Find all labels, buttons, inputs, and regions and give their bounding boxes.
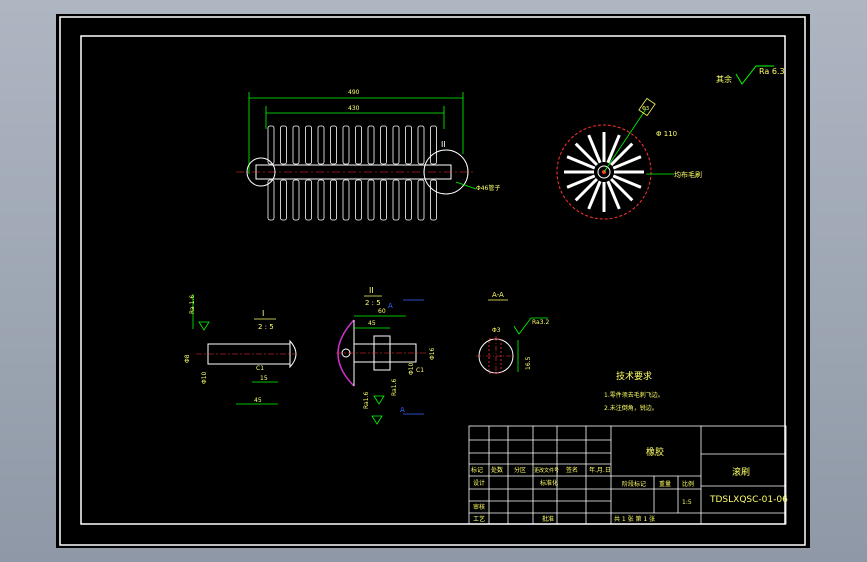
section-aa-angle: Φ3 [492, 327, 501, 334]
tech-item-1: 1.零件须去毛刺飞边。 [604, 391, 664, 399]
bristle-column [267, 179, 275, 221]
bristle-column [355, 125, 362, 165]
tb-drawing-no: TDSLXQSC-01-06 [709, 495, 788, 505]
section-aa-title: A-A [492, 291, 504, 299]
bristle-column [330, 179, 337, 221]
bristle-column [405, 179, 412, 221]
tb-header-1: 标记 [471, 466, 483, 474]
section-marker-top: A [388, 302, 393, 310]
outer-border [59, 16, 806, 546]
bristle-column [280, 125, 287, 165]
bristle-column [267, 125, 275, 165]
detail-i-title: I [262, 309, 264, 318]
detail-ii-mid: 45 [368, 320, 376, 327]
main-detail-ref: II [441, 140, 446, 149]
detail-i-scale: 2 : 5 [258, 323, 274, 331]
tb-ratio-header: 比例 [682, 480, 694, 488]
tb-header-6: 年.月.日 [589, 466, 611, 474]
main-view: 490 430 II Φ46管子 [236, 89, 500, 221]
bristle-column [305, 125, 312, 165]
tb-material: 橡胶 [646, 446, 664, 458]
tech-item-2: 2.未注倒角，锐边。 [604, 404, 658, 412]
bristle-column [280, 179, 287, 221]
bristle-column [417, 125, 425, 165]
bristle-column [367, 125, 375, 165]
detail-i: I 2 : 5 Ra 1.6 Φ8 Φ10 C1 15 45 [184, 294, 297, 405]
main-dim-total: 490 [348, 89, 360, 96]
bristle-column [330, 125, 337, 165]
detail-i-d2: Φ10 [201, 371, 208, 384]
bristle-column [355, 179, 362, 221]
tb-weight-header: 重量 [659, 480, 671, 488]
tb-header-2: 处数 [491, 466, 503, 474]
roughness-value: Ra 6.3 [759, 67, 785, 76]
title-block-text: 标记 处数 分区 更改文件号 签名 年.月.日 设计 标准化 审核 工艺 批准 … [471, 446, 788, 523]
bristle-column [405, 125, 412, 165]
tb-stage-header: 阶段标记 [622, 480, 646, 488]
detail-i-rough: Ra 1.6 [189, 295, 196, 314]
bristle-column [430, 125, 437, 165]
tb-header-3: 分区 [514, 466, 526, 474]
tb-row-craft: 工艺 [473, 515, 485, 523]
bristle-column [380, 179, 387, 221]
bristle-column [305, 179, 312, 221]
bristle-column [367, 179, 375, 221]
detail-ii-rough-b: Ra1.6 [391, 379, 398, 396]
bristle-column [317, 179, 325, 221]
detail-i-c: C1 [256, 365, 264, 372]
end-dim-box: Φ3 [642, 106, 649, 112]
drawing-sheet: 其余 Ra 6.3 490 430 II Φ46管子 Φ3 Φ 110 均布毛刷… [56, 14, 810, 548]
tb-row-design: 设计 [473, 479, 485, 487]
tb-part-name: 滚刷 [732, 466, 750, 478]
detail-i-l1: 15 [260, 375, 268, 382]
general-roughness: 其余 Ra 6.3 [716, 65, 785, 85]
bristle-column [417, 179, 425, 221]
detail-ii-scale: 2 : 5 [365, 299, 381, 307]
inner-border [80, 35, 786, 525]
end-note: 均布毛刷 [674, 170, 702, 179]
tech-title: 技术要求 [616, 370, 652, 382]
detail-ii-rough-a: Ra1.6 [363, 392, 370, 409]
tb-row-standard: 标准化 [540, 479, 558, 487]
detail-ii-title: II [369, 286, 374, 295]
detail-ii-d2: Φ10 [408, 362, 415, 375]
bristle-column [342, 125, 350, 165]
detail-ii: II 2 : 5 60 45 Φ16 Φ10 C1 Ra1.6 Ra1.6 A … [336, 286, 436, 425]
section-marker-bottom: A [400, 406, 405, 414]
bristle-column [292, 125, 300, 165]
detail-ii-d1: Φ16 [429, 347, 436, 360]
tb-header-4: 更改文件号 [534, 467, 559, 474]
detail-ii-c: C1 [416, 367, 424, 374]
section-aa-h: 16.5 [525, 356, 532, 370]
bristle-column [380, 125, 387, 165]
roughness-label: 其余 [716, 74, 732, 84]
bristle-column [317, 125, 325, 165]
bristle-column [430, 179, 437, 221]
main-note: Φ46管子 [476, 184, 500, 192]
section-aa-rough: Ra3.2 [532, 319, 549, 326]
end-view: Φ3 Φ 110 均布毛刷 [556, 97, 702, 220]
bristle-column [342, 179, 350, 221]
tb-header-5: 签名 [566, 466, 578, 474]
bristle-column [392, 125, 400, 165]
detail-i-d1: Φ8 [184, 354, 191, 363]
tb-sheet-info: 共 1 张 第 1 张 [614, 515, 655, 523]
technical-requirements: 技术要求 1.零件须去毛刺飞边。 2.未注倒角，锐边。 [604, 370, 664, 412]
detail-ii-top: 60 [378, 308, 386, 315]
end-dim-dia: Φ 110 [656, 130, 677, 138]
main-dim-inner: 430 [348, 105, 360, 112]
tb-row-review: 审核 [473, 503, 485, 511]
bristle-column [292, 179, 300, 221]
tb-row-approve: 批准 [542, 515, 554, 523]
detail-i-l2: 45 [254, 397, 262, 404]
tb-scale: 1:5 [682, 499, 692, 506]
section-aa: A-A Φ3 Ra3.2 16.5 [476, 291, 549, 376]
bristle-column [392, 179, 400, 221]
